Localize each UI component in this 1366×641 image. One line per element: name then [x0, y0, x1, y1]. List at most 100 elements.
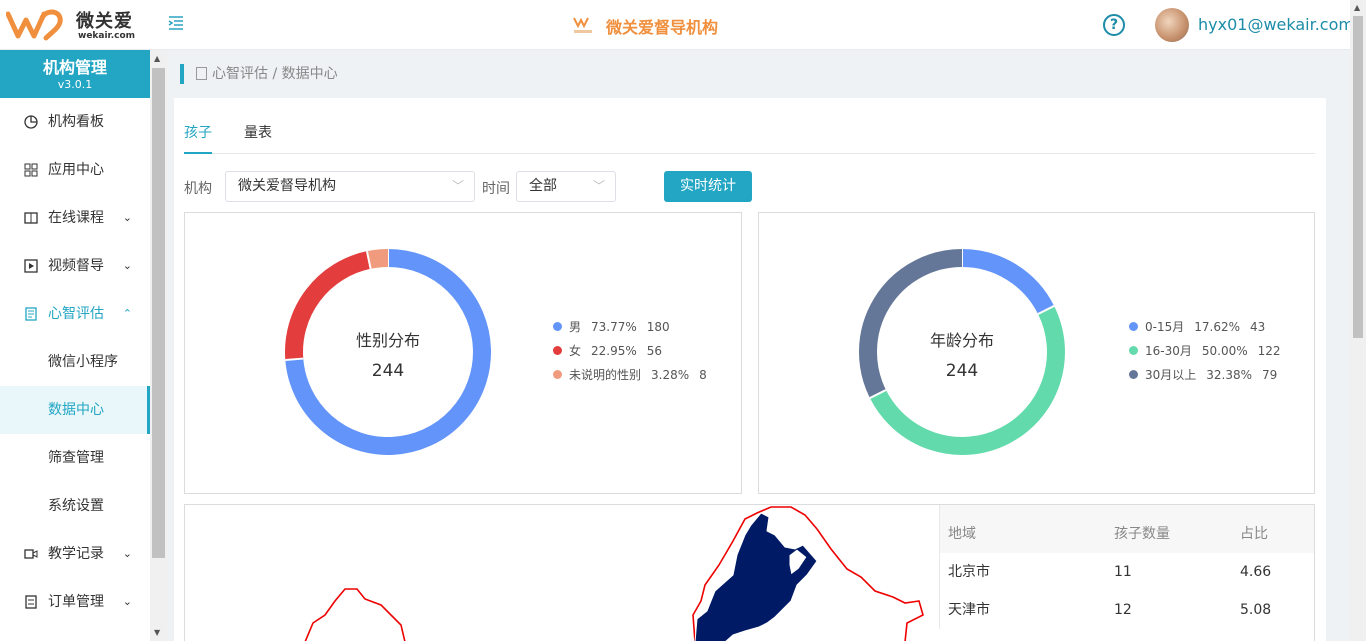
user-account[interactable]: hyx01@wekair.com: [1198, 15, 1354, 34]
brand-name: 微关爱: [76, 11, 133, 32]
legend-item[interactable]: 30月以上 32.38% 79: [1129, 363, 1281, 387]
document-icon: [196, 67, 207, 80]
main-card: 孩子 量表 机构 微关爱督导机构 ﹀ 时间 全部 ﹀ 实时统计 性别分布 244…: [174, 98, 1326, 641]
sidebar-item-orders[interactable]: 订单管理 ⌄: [0, 578, 150, 626]
page-scrollbar[interactable]: ▲: [1350, 0, 1366, 641]
legend-dot: [553, 322, 562, 331]
sidebar-item-label: 在线课程: [48, 210, 104, 226]
org-title-text: 微关爱督导机构: [606, 18, 719, 37]
sidebar-scrollbar[interactable]: ▲ ▼: [150, 50, 167, 641]
chevron-down-icon: ⌄: [122, 547, 132, 560]
legend-item[interactable]: 未说明的性别 3.28% 8: [553, 363, 707, 387]
legend-count: 180: [646, 320, 670, 334]
chart-total: 244: [945, 361, 979, 381]
sidebar-item-system-settings[interactable]: 系统设置: [0, 482, 150, 530]
brand-logo[interactable]: 微关爱 wekair.com: [6, 6, 146, 44]
menu-collapse-icon[interactable]: [168, 16, 186, 34]
realtime-stats-button[interactable]: 实时统计: [664, 171, 752, 202]
donut-slice-2[interactable]: [366, 249, 389, 269]
sidebar-item-label: 机构看板: [48, 114, 104, 130]
sidebar-item-video-supervision[interactable]: 视频督导 ⌄: [0, 242, 150, 290]
sidebar-item-label: 应用中心: [48, 162, 104, 178]
time-select-value: 全部: [529, 178, 557, 194]
legend-name: 未说明的性别: [569, 368, 642, 382]
sidebar-item-app-center[interactable]: 应用中心: [0, 146, 150, 194]
legend-item[interactable]: 女 22.95% 56: [553, 339, 707, 363]
sidebar-header: 机构管理 v3.0.1: [0, 50, 150, 98]
scroll-up-icon[interactable]: ▲: [1354, 3, 1360, 12]
table-row: 北京市 11 4.66: [940, 553, 1314, 591]
donut-slice-0[interactable]: [961, 249, 1055, 315]
chart-title: 年龄分布: [929, 331, 994, 350]
sidebar-item-label: 微信小程序: [48, 354, 118, 370]
legend-item[interactable]: 0-15月 17.62% 43: [1129, 315, 1281, 339]
avatar[interactable]: [1155, 8, 1189, 42]
tab-children[interactable]: 孩子: [184, 122, 212, 154]
legend-name: 女: [569, 344, 582, 358]
sidebar-item-wechat-miniprogram[interactable]: 微信小程序: [0, 338, 150, 386]
legend-pct: 17.62%: [1194, 320, 1241, 334]
top-header: 微关爱 wekair.com 微关爱督导机构 ? hyx01@wekair.co…: [0, 0, 1354, 50]
chevron-down-icon: ﹀: [451, 179, 464, 193]
sidebar-item-screening[interactable]: 筛查管理: [0, 434, 150, 482]
region-table: 地域 孩子数量 占比 北京市 11 4.66 天津市 12 5.08: [939, 505, 1314, 629]
sidebar-item-dashboard[interactable]: 机构看板: [0, 98, 150, 146]
legend-name: 16-30月: [1145, 344, 1192, 358]
help-icon[interactable]: ?: [1103, 14, 1125, 36]
page-scroll-thumb[interactable]: [1353, 16, 1363, 338]
legend-name: 男: [569, 320, 582, 334]
sidebar-item-mental-assessment[interactable]: 心智评估 ⌃: [0, 290, 150, 338]
legend-item[interactable]: 16-30月 50.00% 122: [1129, 339, 1281, 363]
legend-count: 79: [1262, 368, 1278, 382]
age-legend: 0-15月 17.62% 43 16-30月 50.00% 122 30月以上 32.38…: [1129, 315, 1281, 387]
sidebar-item-label: 系统设置: [48, 498, 104, 514]
sidebar-item-label: 筛查管理: [48, 450, 104, 466]
table-cell: 12: [1114, 602, 1132, 618]
sidebar-scroll-thumb[interactable]: [152, 68, 165, 558]
breadcrumb: 心智评估 / 数据中心: [180, 64, 338, 84]
legend-pct: 22.95%: [591, 344, 637, 358]
org-select-value: 微关爱督导机构: [238, 178, 336, 194]
gender-legend: 男 73.77% 180 女 22.95% 56 未说明的性别 3.28% 8: [553, 315, 707, 387]
legend-pct: 32.38%: [1206, 368, 1253, 382]
slice-separator: [285, 357, 304, 361]
breadcrumb-text: 心智评估 / 数据中心: [212, 66, 338, 82]
sidebar-item-label: 数据中心: [48, 402, 104, 418]
legend-dot: [553, 370, 562, 379]
region-map[interactable]: [185, 505, 939, 641]
table-cell: 北京市: [948, 564, 990, 580]
legend-dot: [553, 346, 562, 355]
legend-count: 43: [1250, 320, 1266, 334]
table-cell: 4.66: [1240, 564, 1272, 580]
video-icon: [24, 549, 38, 559]
chevron-down-icon: ⌄: [122, 595, 132, 608]
scroll-down-icon[interactable]: ▼: [154, 628, 160, 637]
sidebar-title: 机构管理: [42, 58, 107, 77]
legend-dot: [1129, 346, 1138, 355]
age-donut-chart: [859, 249, 1065, 455]
time-filter-label: 时间: [482, 181, 510, 197]
grid-icon: [24, 163, 38, 177]
legend-count: 56: [646, 344, 663, 358]
book-icon: [24, 212, 38, 224]
legend-item[interactable]: 男 73.77% 180: [553, 315, 707, 339]
tab-bar: 孩子 量表: [184, 118, 1315, 154]
legend-dot: [1129, 322, 1138, 331]
table-header-row: 地域 孩子数量 占比: [940, 505, 1314, 553]
age-chart-panel: 年龄分布 244 0-15月 17.62% 43 16-30月 50.00% 122 3…: [758, 212, 1315, 494]
legend-count: 8: [699, 368, 707, 382]
gender-chart-panel: 性别分布 244 男 73.77% 180 女 22.95% 56 未说明的性别 3.28…: [184, 212, 742, 494]
sidebar-item-data-center[interactable]: 数据中心: [0, 386, 150, 434]
org-select[interactable]: 微关爱督导机构 ﹀: [225, 171, 475, 202]
scroll-up-icon[interactable]: ▲: [154, 54, 160, 63]
gender-donut-chart: [285, 249, 491, 455]
table-row: 天津市 12 5.08: [940, 591, 1314, 629]
chevron-down-icon: ⌄: [122, 211, 132, 224]
sidebar-item-online-course[interactable]: 在线课程 ⌄: [0, 194, 150, 242]
tab-scales[interactable]: 量表: [244, 122, 272, 154]
time-select[interactable]: 全部 ﹀: [516, 171, 616, 202]
sidebar-item-teaching-records[interactable]: 教学记录 ⌄: [0, 530, 150, 578]
sidebar-version: v3.0.1: [57, 78, 93, 91]
legend-count: 122: [1257, 344, 1281, 358]
legend-name: 0-15月: [1145, 320, 1185, 334]
